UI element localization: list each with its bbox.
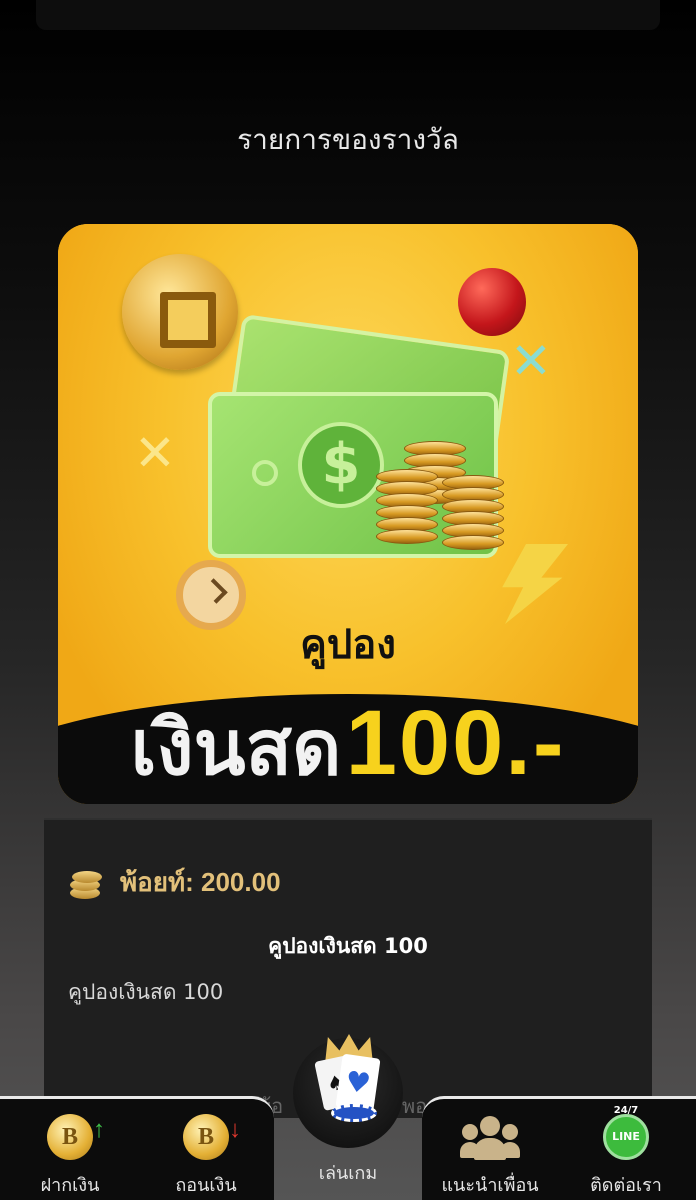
red-ball-icon bbox=[458, 268, 526, 336]
coins-icon bbox=[66, 865, 102, 901]
banknote-dot-icon bbox=[252, 460, 278, 486]
nav-deposit-label: ฝากเงิน bbox=[40, 1175, 100, 1196]
poker-chip-icon bbox=[331, 1104, 377, 1122]
support-24-7-badge: 24/7 bbox=[613, 1105, 639, 1116]
nav-play-game-label: เล่นเกม bbox=[318, 1163, 378, 1184]
deposit-coin-icon: B ↑ bbox=[47, 1114, 105, 1160]
arrow-down-icon: ↓ bbox=[229, 1117, 241, 1143]
nav-contact-label: ติดต่อเรา bbox=[590, 1175, 662, 1196]
withdraw-coin-icon: B ↓ bbox=[183, 1114, 241, 1160]
play-game-icon: ♠ ♥ bbox=[293, 1034, 403, 1148]
prize-banner: ✕ ✕ $ คูปอง เงินสด 100.- bbox=[58, 224, 638, 804]
sparkle-x-icon: ✕ bbox=[134, 424, 176, 482]
cash-amount: 100.- bbox=[345, 692, 566, 794]
cash-word: เงินสด bbox=[130, 706, 342, 791]
nav-withdraw-label: ถอนเงิน bbox=[175, 1175, 237, 1196]
chinese-coin-icon bbox=[122, 254, 238, 370]
nav-deposit[interactable]: B ↑ ฝากเงิน bbox=[20, 1114, 120, 1199]
dollar-sign-icon: $ bbox=[298, 422, 384, 508]
top-bar bbox=[36, 0, 660, 30]
coin-stack-icon bbox=[376, 469, 438, 544]
nav-refer-friends-label: แนะนำเพื่อน bbox=[441, 1175, 539, 1196]
nav-contact[interactable]: 24/7 LINE ติดต่อเรา bbox=[576, 1105, 676, 1199]
points-value: พ้อยท์: 200.00 bbox=[120, 867, 281, 897]
line-chat-icon: 24/7 LINE bbox=[603, 1105, 649, 1160]
coupon-word: คูปอง bbox=[300, 623, 396, 667]
page-title: รายการของรางวัล bbox=[237, 123, 459, 156]
nav-withdraw[interactable]: B ↓ ถอนเงิน bbox=[156, 1114, 256, 1199]
coin-stack-icon bbox=[442, 475, 504, 550]
bottom-nav: B ↑ ฝากเงิน B ↓ ถอนเงิน ♠ ♥ เล่นเกม แนะน… bbox=[0, 1034, 696, 1200]
nav-refer-friends[interactable]: แนะนำเพื่อน bbox=[440, 1114, 540, 1199]
points-row: พ้อยท์: 200.00 bbox=[66, 862, 281, 903]
arrow-up-icon: ↑ bbox=[93, 1117, 105, 1143]
sparkle-x-icon: ✕ bbox=[510, 332, 552, 390]
friends-icon bbox=[460, 1114, 520, 1160]
nav-play-game[interactable]: ♠ ♥ เล่นเกม bbox=[290, 1034, 406, 1187]
reward-item-title: คูปองเงินสด 100 bbox=[268, 934, 428, 958]
reward-item-description: คูปองเงินสด 100 bbox=[68, 980, 224, 1004]
cash-amount-line: เงินสด 100.- bbox=[58, 688, 638, 804]
